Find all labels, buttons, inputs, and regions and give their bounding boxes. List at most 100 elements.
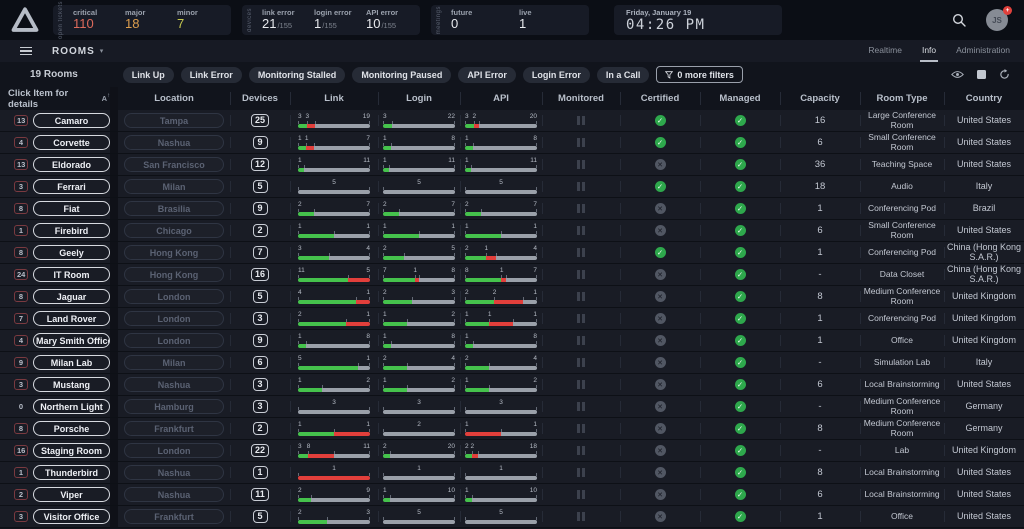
- column-header-capacity[interactable]: Capacity: [780, 87, 860, 110]
- bar-tick: [308, 451, 309, 454]
- room-name-button[interactable]: Ferrari: [33, 179, 110, 194]
- room-name-button[interactable]: Jaguar: [33, 289, 110, 304]
- tab-info[interactable]: Info: [920, 40, 938, 62]
- room-name-button[interactable]: Camaro: [33, 113, 110, 128]
- room-name-button[interactable]: Geely: [33, 245, 110, 260]
- bar-segment-n: [465, 410, 537, 414]
- column-header-location[interactable]: Location: [118, 87, 230, 110]
- filter-chip-monitoring-paused[interactable]: Monitoring Paused: [352, 67, 451, 83]
- bar-labels: 27: [465, 201, 537, 209]
- location-button[interactable]: London: [124, 333, 224, 348]
- column-header-managed[interactable]: Managed: [700, 87, 780, 110]
- pause-icon: [577, 336, 585, 345]
- location-button[interactable]: Hamburg: [124, 399, 224, 414]
- column-gutter: [110, 87, 118, 110]
- bar-tick: [419, 231, 420, 234]
- room-name-button[interactable]: Milan Lab: [33, 355, 110, 370]
- login-cell: 18: [378, 330, 460, 351]
- api-status-bar: 3220: [465, 113, 537, 128]
- more-filters-button[interactable]: 0 more filters: [656, 66, 743, 83]
- bar-labels: 111: [465, 311, 537, 319]
- bar-tick: [314, 209, 315, 212]
- column-header-monitored[interactable]: Monitored: [542, 87, 620, 110]
- location-button[interactable]: Milan: [124, 179, 224, 194]
- room-name-button[interactable]: Northern Light: [33, 399, 110, 414]
- column-header-link[interactable]: Link: [290, 87, 378, 110]
- managed-cell: ✓: [700, 308, 780, 329]
- room-name-button[interactable]: Eldorado: [33, 157, 110, 172]
- room-name-button[interactable]: Porsche: [33, 421, 110, 436]
- bar-tick: [419, 275, 420, 278]
- bar-count-label: 2: [533, 377, 537, 385]
- column-header-details[interactable]: Click Item for details A↑: [0, 87, 110, 110]
- bar-track: [298, 146, 370, 150]
- location-cell: Frankfurt: [118, 506, 230, 527]
- room-name-button[interactable]: Mustang: [33, 377, 110, 392]
- room-name-button[interactable]: Land Rover: [33, 311, 110, 326]
- filter-chip-link-up[interactable]: Link Up: [123, 67, 174, 83]
- user-avatar[interactable]: JS +: [986, 9, 1008, 31]
- location-button[interactable]: London: [124, 311, 224, 326]
- room-name-button[interactable]: Firebird: [33, 223, 110, 238]
- menu-icon[interactable]: [20, 47, 32, 56]
- room-name-button[interactable]: Thunderbird: [33, 465, 110, 480]
- room-name-button[interactable]: Corvette: [33, 135, 110, 150]
- certified-cell: ✓: [620, 242, 700, 263]
- tab-administration[interactable]: Administration: [954, 40, 1012, 62]
- location-button[interactable]: Hong Kong: [124, 245, 224, 260]
- filter-chip-api-error[interactable]: API Error: [458, 67, 516, 83]
- location-button[interactable]: London: [124, 289, 224, 304]
- location-button[interactable]: Tampa: [124, 113, 224, 128]
- bar-ticks: [383, 473, 455, 476]
- eye-icon[interactable]: [951, 70, 964, 79]
- bar-tick: [369, 407, 370, 410]
- location-button[interactable]: Milan: [124, 355, 224, 370]
- sort-icon[interactable]: A↑: [102, 94, 110, 103]
- refresh-icon[interactable]: [999, 69, 1010, 80]
- column-header-room-type[interactable]: Room Type: [860, 87, 944, 110]
- column-header-api[interactable]: API: [460, 87, 542, 110]
- country-cell: United States: [944, 110, 1024, 131]
- room-type-cell: Conferencing Pod: [860, 308, 944, 329]
- filter-chip-link-error[interactable]: Link Error: [181, 67, 242, 83]
- column-header-certified[interactable]: Certified: [620, 87, 700, 110]
- room-name-button[interactable]: Viper: [33, 487, 110, 502]
- search-icon[interactable]: [951, 12, 967, 28]
- bar-labels: 1: [465, 465, 537, 473]
- location-button[interactable]: San Francisco: [124, 157, 224, 172]
- managed-cell: ✓: [700, 462, 780, 483]
- tab-realtime[interactable]: Realtime: [866, 40, 904, 62]
- location-button[interactable]: Nashua: [124, 487, 224, 502]
- location-button[interactable]: Nashua: [124, 377, 224, 392]
- bar-segment-g: [383, 322, 407, 326]
- room-name-button[interactable]: Staging Room: [33, 443, 110, 458]
- room-name-button[interactable]: Mary Smith Office: [33, 333, 110, 348]
- location-button[interactable]: Frankfurt: [124, 421, 224, 436]
- bar-tick: [454, 517, 455, 520]
- capacity-cell: 6: [780, 374, 860, 395]
- room-name-button[interactable]: Fiat: [33, 201, 110, 216]
- bar-labels: 110: [383, 487, 455, 495]
- room-name-button[interactable]: IT Room: [33, 267, 110, 282]
- location-button[interactable]: Frankfurt: [124, 509, 224, 524]
- location-button[interactable]: Brasilia: [124, 201, 224, 216]
- location-button[interactable]: Nashua: [124, 465, 224, 480]
- location-button[interactable]: Nashua: [124, 135, 224, 150]
- location-button[interactable]: London: [124, 443, 224, 458]
- poly-logo-icon[interactable]: [8, 3, 42, 37]
- column-header-devices[interactable]: Devices: [230, 87, 290, 110]
- location-button[interactable]: Hong Kong: [124, 267, 224, 282]
- column-header-country[interactable]: Country: [944, 87, 1024, 110]
- bar-segment-n: [465, 190, 537, 194]
- rooms-dropdown[interactable]: ROOMS ▾: [52, 46, 104, 57]
- columns-icon[interactable]: [977, 70, 986, 79]
- filter-chip-in-a-call[interactable]: In a Call: [597, 67, 650, 83]
- location-button[interactable]: Chicago: [124, 223, 224, 238]
- column-header-login[interactable]: Login: [378, 87, 460, 110]
- bar-tick: [383, 517, 384, 520]
- bar-tick: [369, 319, 370, 322]
- filter-chip-monitoring-stalled[interactable]: Monitoring Stalled: [249, 67, 346, 83]
- filter-chip-login-error[interactable]: Login Error: [523, 67, 590, 83]
- bar-tick: [383, 429, 384, 432]
- room-name-button[interactable]: Visitor Office: [33, 509, 110, 524]
